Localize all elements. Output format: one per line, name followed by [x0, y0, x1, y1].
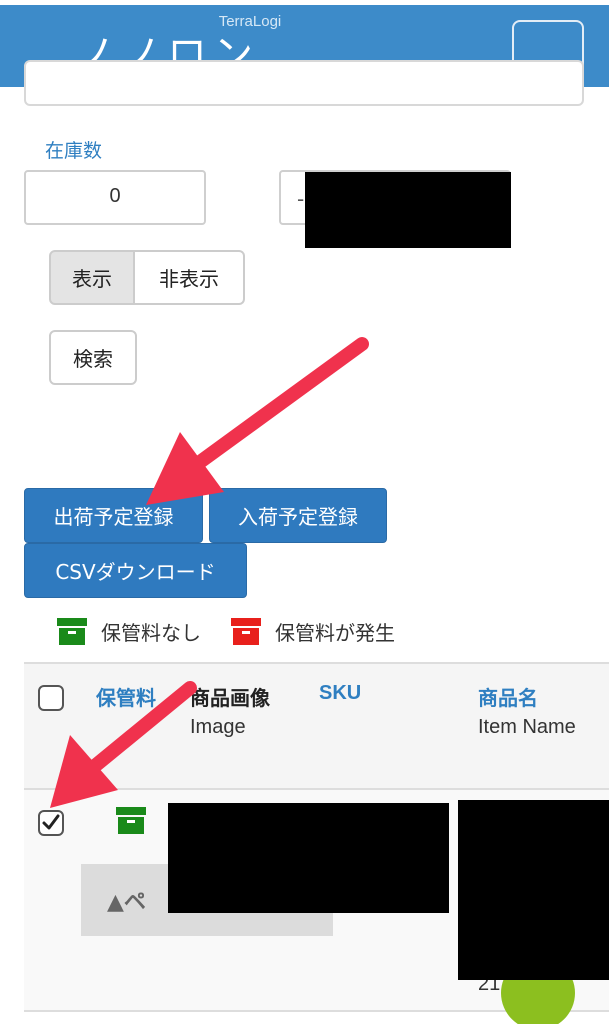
stock-value: 0: [109, 185, 121, 207]
column-header-name[interactable]: 商品名: [478, 682, 538, 711]
storage-box-icon: [231, 617, 261, 645]
column-header-fee[interactable]: 保管料: [96, 682, 156, 711]
stock-input[interactable]: 0: [24, 170, 206, 225]
checkmark-icon: [42, 814, 60, 830]
search-button[interactable]: 検索: [49, 330, 137, 385]
legend-no-fee-label: 保管料なし: [101, 620, 201, 645]
toggle-show-button[interactable]: 表示: [49, 250, 135, 305]
redaction-block: [168, 803, 449, 913]
storage-box-icon: [57, 617, 87, 645]
column-header-image-en: Image: [190, 716, 246, 738]
storage-fee-legend: 保管料なし 保管料が発生: [57, 616, 425, 646]
table-header: 保管料 商品画像 Image SKU 商品名 Item Name: [24, 662, 609, 790]
toggle-hide-button[interactable]: 非表示: [135, 250, 245, 305]
column-header-name-en: Item Name: [478, 716, 576, 738]
inventory-table: 保管料 商品画像 Image SKU 商品名 Item Name ▲ペ 21: [24, 662, 609, 1024]
storage-box-icon: [116, 807, 146, 834]
legend-fee-label: 保管料が発生: [275, 620, 395, 645]
csv-download-button[interactable]: CSVダウンロード: [24, 543, 247, 598]
column-header-sku[interactable]: SKU: [319, 682, 361, 705]
column-header-image: 商品画像: [190, 686, 270, 710]
receive-schedule-button[interactable]: 入荷予定登録: [209, 488, 387, 543]
redaction-block: [458, 800, 609, 980]
redaction-block: [305, 172, 511, 248]
stock-operator-value: -: [297, 187, 305, 211]
ship-schedule-button[interactable]: 出荷予定登録: [24, 488, 203, 543]
table-row[interactable]: ▲ペ 21: [24, 790, 609, 1024]
legend-no-fee: 保管料なし: [57, 617, 201, 646]
select-all-checkbox[interactable]: [38, 685, 64, 711]
row-checkbox[interactable]: [38, 810, 64, 836]
stock-label: 在庫数: [45, 140, 103, 162]
legend-fee: 保管料が発生: [231, 617, 395, 646]
arrow-to-ship-button: [146, 337, 369, 505]
display-toggle: 表示 非表示: [49, 250, 245, 305]
brand-name: TerraLogi: [218, 13, 282, 30]
previous-filter-input[interactable]: [24, 60, 584, 106]
